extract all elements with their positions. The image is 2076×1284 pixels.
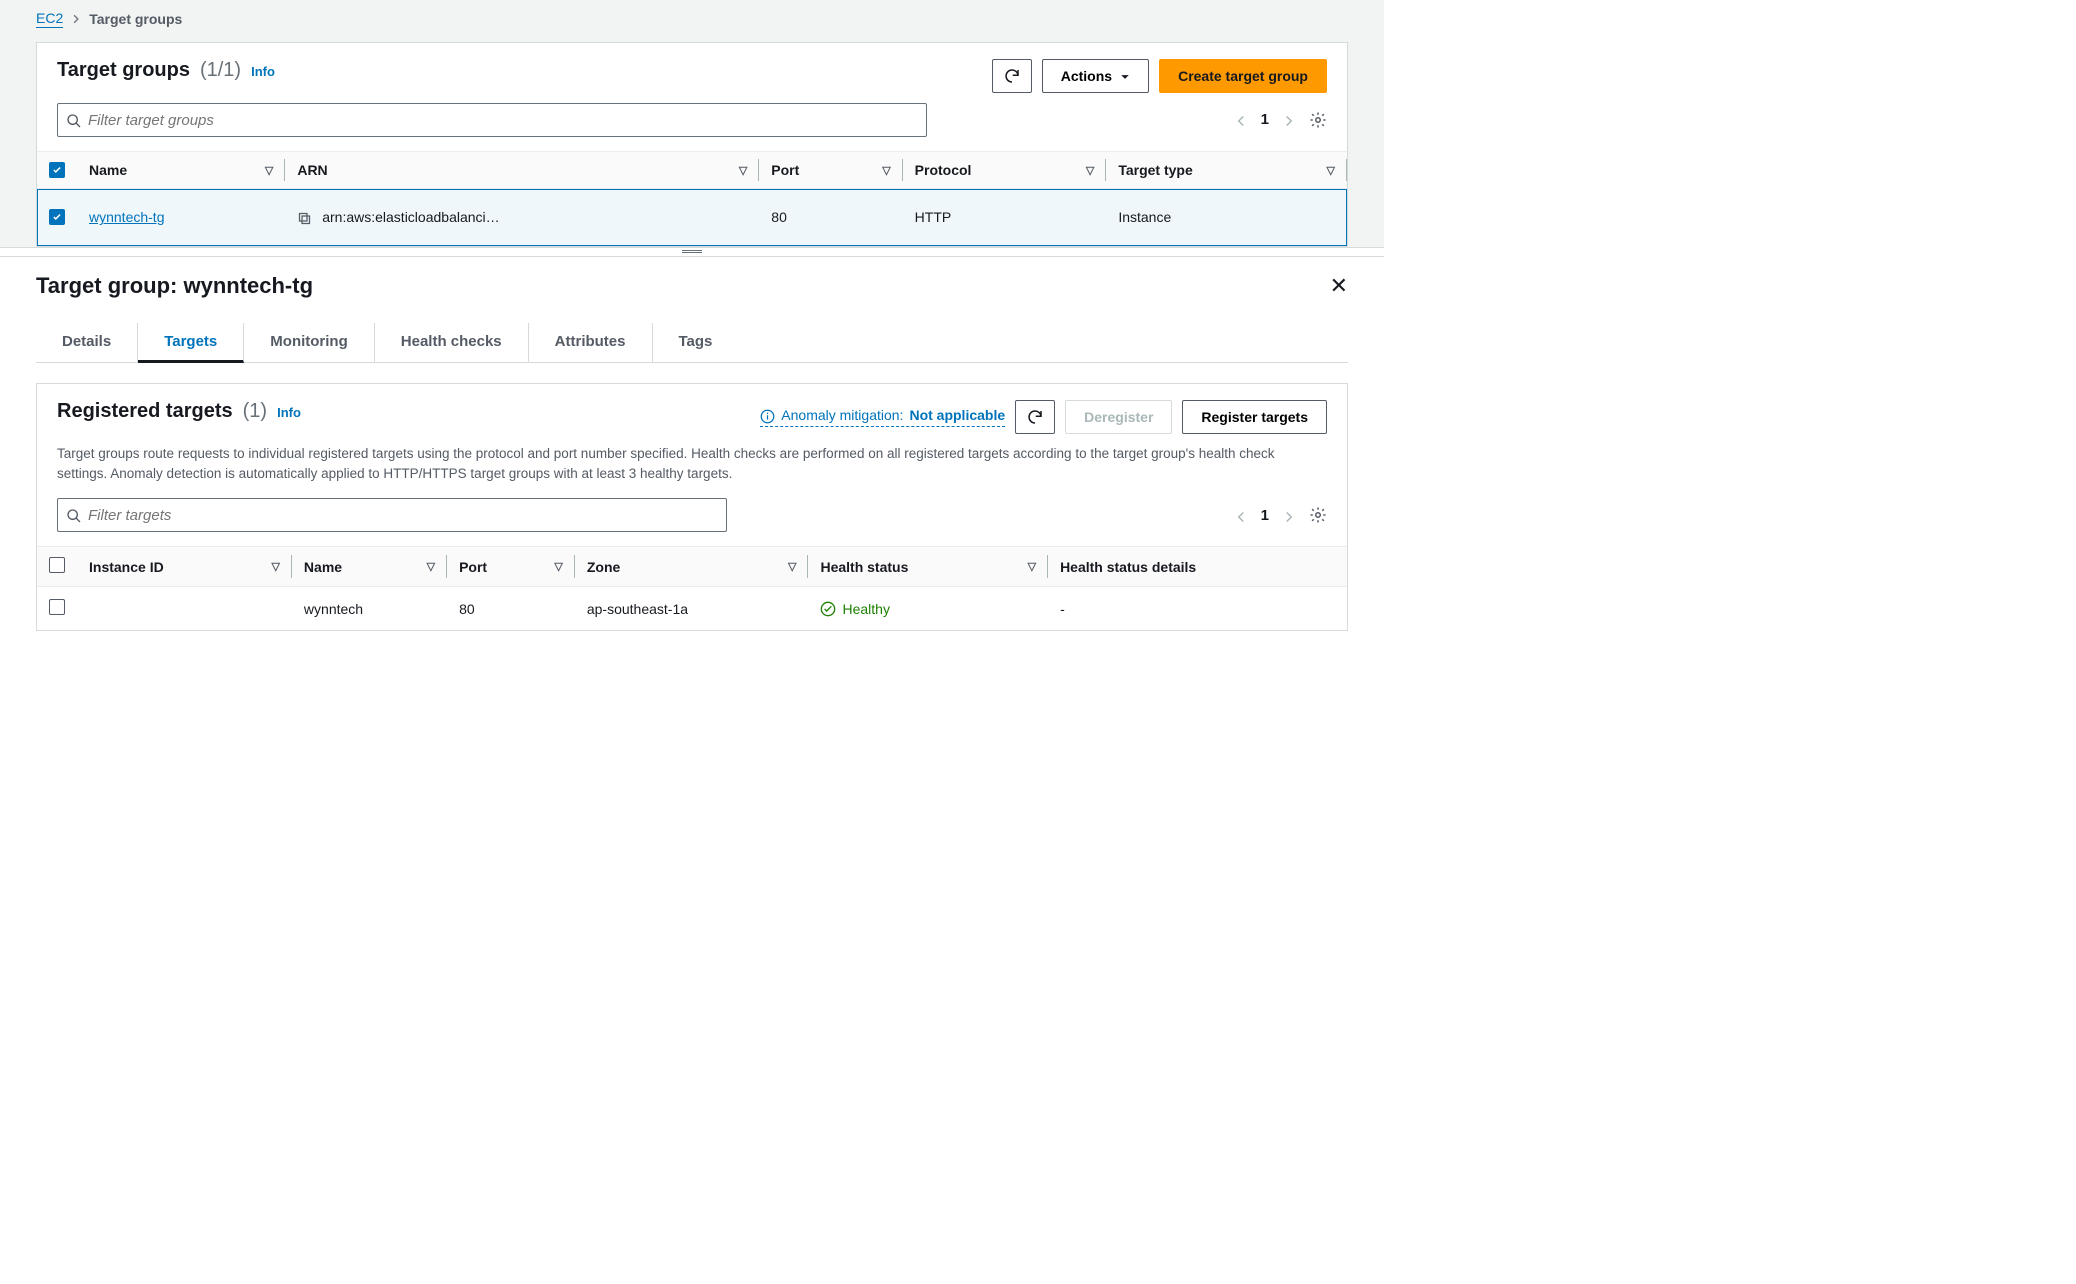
tg-protocol: HTTP bbox=[903, 189, 1107, 246]
page-number: 1 bbox=[1261, 507, 1269, 524]
tg-arn: arn:aws:elasticloadbalanci… bbox=[322, 209, 499, 225]
target-groups-table: Name▽ ARN▽ Port▽ Protocol▽ Target type▽ … bbox=[37, 151, 1347, 246]
filter-input[interactable] bbox=[88, 112, 918, 129]
cell-instance-id bbox=[77, 587, 292, 631]
panel-count: (1/1) bbox=[200, 59, 241, 82]
row-checkbox[interactable] bbox=[49, 209, 65, 225]
cell-port: 80 bbox=[447, 587, 575, 631]
copy-icon[interactable] bbox=[297, 209, 316, 225]
search-icon bbox=[66, 507, 82, 524]
targets-description: Target groups route requests to individu… bbox=[57, 444, 1327, 485]
register-targets-button[interactable]: Register targets bbox=[1182, 400, 1327, 434]
tg-name-link[interactable]: wynntech-tg bbox=[89, 209, 164, 225]
breadcrumb-root[interactable]: EC2 bbox=[36, 10, 63, 28]
sort-icon[interactable]: ▽ bbox=[271, 560, 279, 573]
create-target-group-button[interactable]: Create target group bbox=[1159, 59, 1327, 93]
col-protocol[interactable]: Protocol bbox=[915, 162, 972, 178]
targets-info-link[interactable]: Info bbox=[277, 405, 301, 420]
tab-tags[interactable]: Tags bbox=[653, 323, 739, 362]
deregister-button: Deregister bbox=[1065, 400, 1172, 434]
detail-tabs: Details Targets Monitoring Health checks… bbox=[36, 323, 1348, 363]
table-row[interactable]: wynntech 80 ap-southeast-1a Healthy - bbox=[37, 587, 1347, 631]
col-zone[interactable]: Zone bbox=[587, 559, 620, 575]
cell-zone: ap-southeast-1a bbox=[575, 587, 809, 631]
settings-button[interactable] bbox=[1309, 111, 1327, 129]
search-icon bbox=[66, 111, 82, 128]
tab-attributes[interactable]: Attributes bbox=[529, 323, 653, 362]
col-port[interactable]: Port bbox=[771, 162, 799, 178]
cell-health-details: - bbox=[1048, 587, 1347, 631]
refresh-targets-button[interactable] bbox=[1015, 400, 1055, 434]
refresh-button[interactable] bbox=[992, 59, 1032, 93]
col-health[interactable]: Health status bbox=[820, 559, 908, 575]
panel-title: Target groups bbox=[57, 59, 190, 82]
sort-icon[interactable]: ▽ bbox=[788, 560, 796, 573]
page-number: 1 bbox=[1261, 111, 1269, 128]
sort-icon[interactable]: ▽ bbox=[554, 560, 562, 573]
sort-icon[interactable]: ▽ bbox=[265, 164, 273, 177]
registered-targets-panel: Registered targets (1) Info Anomaly miti… bbox=[36, 383, 1348, 632]
tab-health-checks[interactable]: Health checks bbox=[375, 323, 529, 362]
page-next[interactable] bbox=[1283, 112, 1295, 128]
caret-down-icon bbox=[1120, 68, 1130, 84]
refresh-icon bbox=[1003, 67, 1021, 85]
col-name[interactable]: Name bbox=[304, 559, 342, 575]
sort-icon[interactable]: ▽ bbox=[427, 560, 435, 573]
tab-monitoring[interactable]: Monitoring bbox=[244, 323, 374, 362]
targets-table: Instance ID ▽ Name ▽ Port ▽ Zone ▽ Health st… bbox=[37, 546, 1347, 630]
info-icon bbox=[760, 407, 775, 424]
sort-icon[interactable]: ▽ bbox=[1086, 164, 1094, 177]
breadcrumb-current: Target groups bbox=[89, 11, 182, 27]
anomaly-mitigation[interactable]: Anomaly mitigation: Not applicable bbox=[760, 407, 1005, 427]
table-row[interactable]: wynntech-tg arn:aws:elasticloadbalanci… … bbox=[37, 189, 1347, 246]
page-prev[interactable] bbox=[1235, 112, 1247, 128]
tab-targets[interactable]: Targets bbox=[138, 323, 244, 363]
actions-button[interactable]: Actions bbox=[1042, 59, 1149, 93]
select-all-targets-checkbox[interactable] bbox=[49, 557, 65, 573]
targets-count: (1) bbox=[243, 400, 267, 423]
info-link[interactable]: Info bbox=[251, 64, 275, 79]
pane-resizer[interactable] bbox=[0, 247, 1384, 257]
page-next[interactable] bbox=[1283, 507, 1295, 523]
targets-title: Registered targets bbox=[57, 400, 233, 423]
sort-icon[interactable]: ▽ bbox=[739, 164, 747, 177]
tab-details[interactable]: Details bbox=[36, 323, 138, 362]
close-icon[interactable]: ✕ bbox=[1330, 273, 1348, 299]
refresh-icon bbox=[1026, 408, 1044, 426]
filter-targets-input[interactable] bbox=[88, 507, 718, 524]
filter-targets[interactable] bbox=[57, 498, 727, 532]
page-prev[interactable] bbox=[1235, 507, 1247, 523]
sort-icon[interactable]: ▽ bbox=[882, 164, 890, 177]
check-circle-icon bbox=[820, 600, 836, 617]
cell-name: wynntech bbox=[292, 587, 447, 631]
col-target-type[interactable]: Target type bbox=[1118, 162, 1192, 178]
target-groups-panel: Target groups (1/1) Info Actions Create … bbox=[36, 42, 1348, 247]
health-status: Healthy bbox=[820, 600, 889, 617]
tg-port: 80 bbox=[759, 189, 902, 246]
sort-icon[interactable]: ▽ bbox=[1028, 560, 1036, 573]
filter-target-groups[interactable] bbox=[57, 103, 927, 137]
row-checkbox[interactable] bbox=[49, 599, 65, 615]
breadcrumb: EC2 Target groups bbox=[36, 10, 1348, 42]
select-all-checkbox[interactable] bbox=[49, 162, 65, 178]
col-instance-id[interactable]: Instance ID bbox=[89, 559, 164, 575]
col-arn[interactable]: ARN bbox=[297, 162, 327, 178]
chevron-right-icon bbox=[71, 10, 81, 28]
settings-button[interactable] bbox=[1309, 506, 1327, 524]
detail-title: Target group: wynntech-tg bbox=[36, 273, 313, 299]
tg-target-type: Instance bbox=[1106, 189, 1347, 246]
col-port[interactable]: Port bbox=[459, 559, 487, 575]
actions-label: Actions bbox=[1061, 68, 1112, 84]
sort-icon[interactable]: ▽ bbox=[1327, 164, 1335, 177]
col-name[interactable]: Name bbox=[89, 162, 127, 178]
col-health-details[interactable]: Health status details bbox=[1060, 559, 1196, 575]
